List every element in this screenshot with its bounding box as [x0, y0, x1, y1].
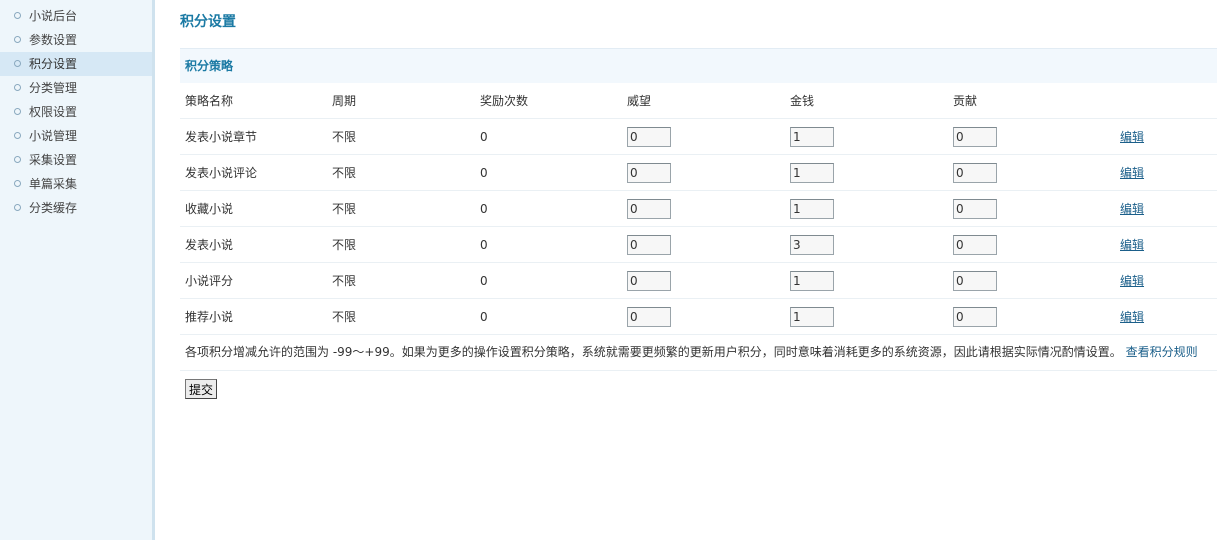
contribution-input[interactable] [953, 126, 997, 147]
sidebar-item-label: 权限设置 [29, 105, 78, 119]
column-header-contribution: 贡献 [948, 83, 1115, 119]
column-header-period: 周期 [327, 83, 475, 119]
money-input[interactable] [790, 306, 834, 327]
column-header-action [1115, 83, 1217, 119]
bullet-icon [14, 180, 21, 187]
column-header-prestige: 威望 [622, 83, 785, 119]
sidebar-menu: 小说后台 参数设置 积分设置 分类管理 权限设置 小说管理 采集设置 单篇采集 … [0, 0, 152, 220]
edit-link[interactable]: 编辑 [1120, 310, 1144, 324]
points-strategy-table: 策略名称 周期 奖励次数 威望 金钱 贡献 发表小说章节 不限 0 编辑 发表小… [180, 83, 1217, 335]
column-header-money: 金钱 [785, 83, 948, 119]
column-header-name: 策略名称 [180, 83, 327, 119]
edit-link[interactable]: 编辑 [1120, 274, 1144, 288]
sidebar-item-collect-settings[interactable]: 采集设置 [0, 148, 152, 172]
money-input[interactable] [790, 162, 834, 183]
bullet-icon [14, 60, 21, 67]
submit-button[interactable]: 提交 [185, 379, 218, 399]
view-points-rules-link[interactable]: 查看积分规则 [1126, 345, 1198, 359]
main-content: 积分设置 积分策略 策略名称 周期 奖励次数 威望 金钱 贡献 发表小说章节 不… [180, 0, 1217, 399]
strategy-name: 小说评分 [180, 262, 327, 299]
contribution-input[interactable] [953, 270, 997, 291]
prestige-input[interactable] [627, 162, 671, 183]
table-row: 收藏小说 不限 0 编辑 [180, 190, 1217, 227]
strategy-count: 0 [475, 190, 622, 227]
bullet-icon [14, 84, 21, 91]
sidebar-item-permissions[interactable]: 权限设置 [0, 100, 152, 124]
strategy-name: 收藏小说 [180, 190, 327, 227]
strategy-period: 不限 [327, 118, 475, 155]
money-input[interactable] [790, 126, 834, 147]
money-input[interactable] [790, 270, 834, 291]
sidebar-item-label: 积分设置 [29, 57, 78, 71]
sidebar-item-category-cache[interactable]: 分类缓存 [0, 196, 152, 220]
bullet-icon [14, 108, 21, 115]
table-row: 推荐小说 不限 0 编辑 [180, 298, 1217, 335]
strategy-name: 推荐小说 [180, 298, 327, 335]
strategy-period: 不限 [327, 190, 475, 227]
bullet-icon [14, 204, 21, 211]
table-header-row: 策略名称 周期 奖励次数 威望 金钱 贡献 [180, 83, 1217, 119]
sidebar-item-label: 参数设置 [29, 33, 78, 47]
strategy-period: 不限 [327, 298, 475, 335]
prestige-input[interactable] [627, 306, 671, 327]
sidebar-item-label: 小说管理 [29, 129, 78, 143]
bullet-icon [14, 156, 21, 163]
strategy-period: 不限 [327, 226, 475, 263]
prestige-input[interactable] [627, 126, 671, 147]
sidebar-item-points[interactable]: 积分设置 [0, 52, 152, 76]
sidebar-item-novels[interactable]: 小说管理 [0, 124, 152, 148]
prestige-input[interactable] [627, 270, 671, 291]
bullet-icon [14, 12, 21, 19]
strategy-period: 不限 [327, 262, 475, 299]
form-actions: 提交 [180, 371, 1217, 399]
points-range-note: 各项积分增减允许的范围为 -99～+99。如果为更多的操作设置积分策略，系统就需… [180, 335, 1217, 371]
strategy-count: 0 [475, 262, 622, 299]
sidebar-item-params[interactable]: 参数设置 [0, 28, 152, 52]
sidebar-item-label: 小说后台 [29, 9, 78, 23]
page-title: 积分设置 [180, 14, 236, 30]
contribution-input[interactable] [953, 306, 997, 327]
contribution-input[interactable] [953, 162, 997, 183]
bullet-icon [14, 36, 21, 43]
money-input[interactable] [790, 234, 834, 255]
edit-link[interactable]: 编辑 [1120, 238, 1144, 252]
contribution-input[interactable] [953, 234, 997, 255]
strategy-count: 0 [475, 154, 622, 191]
sidebar-item-categories[interactable]: 分类管理 [0, 76, 152, 100]
strategy-name: 发表小说评论 [180, 154, 327, 191]
table-row: 发表小说 不限 0 编辑 [180, 226, 1217, 263]
table-row: 发表小说章节 不限 0 编辑 [180, 118, 1217, 155]
strategy-count: 0 [475, 226, 622, 263]
sidebar-item-single-collect[interactable]: 单篇采集 [0, 172, 152, 196]
sidebar-item-label: 分类管理 [29, 81, 78, 95]
strategy-count: 0 [475, 298, 622, 335]
strategy-name: 发表小说 [180, 226, 327, 263]
prestige-input[interactable] [627, 234, 671, 255]
bullet-icon [14, 132, 21, 139]
section-title: 积分策略 [180, 48, 1217, 83]
table-row: 小说评分 不限 0 编辑 [180, 262, 1217, 299]
note-text: 各项积分增减允许的范围为 -99～+99。如果为更多的操作设置积分策略，系统就需… [185, 345, 1122, 359]
edit-link[interactable]: 编辑 [1120, 202, 1144, 216]
strategy-period: 不限 [327, 154, 475, 191]
edit-link[interactable]: 编辑 [1120, 166, 1144, 180]
sidebar-item-label: 采集设置 [29, 153, 78, 167]
sidebar-item-label: 分类缓存 [29, 201, 78, 215]
table-row: 发表小说评论 不限 0 编辑 [180, 154, 1217, 191]
contribution-input[interactable] [953, 198, 997, 219]
sidebar-item-label: 单篇采集 [29, 177, 78, 191]
edit-link[interactable]: 编辑 [1120, 130, 1144, 144]
money-input[interactable] [790, 198, 834, 219]
column-header-count: 奖励次数 [475, 83, 622, 119]
strategy-name: 发表小说章节 [180, 118, 327, 155]
sidebar-item-home[interactable]: 小说后台 [0, 4, 152, 28]
sidebar: 小说后台 参数设置 积分设置 分类管理 权限设置 小说管理 采集设置 单篇采集 … [0, 0, 155, 540]
prestige-input[interactable] [627, 198, 671, 219]
strategy-count: 0 [475, 118, 622, 155]
